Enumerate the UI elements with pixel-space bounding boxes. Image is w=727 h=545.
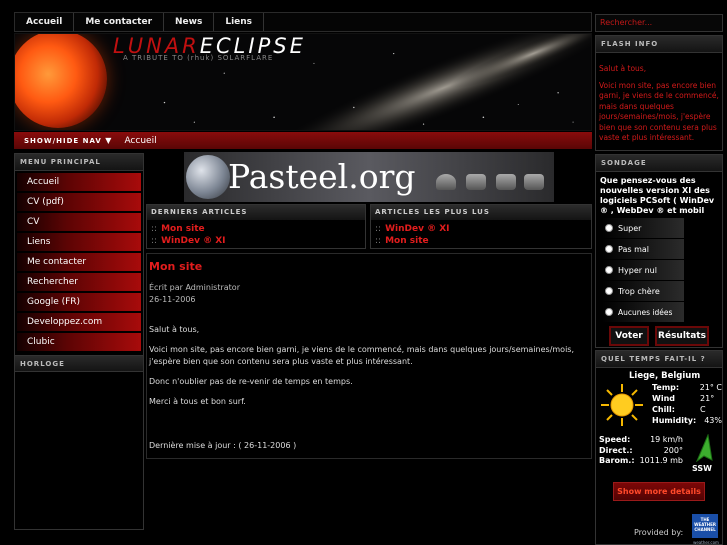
weather-provider-url: weather.com	[693, 540, 719, 545]
poll-option[interactable]: Trop chère	[602, 281, 684, 301]
weather-city: Liege, Belgium	[629, 371, 701, 381]
weather-widget: Liege, Belgium Temp: 21° C Wind Chill: 21°…	[596, 368, 722, 545]
poll-title: SONDAGE	[596, 155, 722, 172]
nav-me-contacter[interactable]: Me contacter	[74, 13, 165, 31]
poll-option[interactable]: Hyper nul	[602, 260, 684, 280]
main-article: Mon site Écrit par Administrator 26-11-2…	[146, 253, 592, 459]
latest-article-link[interactable]: :: Mon site	[147, 223, 365, 235]
pasteel-banner[interactable]: Pasteel.org	[184, 152, 554, 202]
main-menu-title: MENU PRINCIPAL	[15, 154, 143, 171]
weather-direction-row: Direct.: 200°	[599, 445, 683, 455]
monitor-icon	[466, 174, 486, 190]
globe-icon	[186, 155, 230, 199]
radio-icon[interactable]	[605, 245, 613, 253]
flash-info-text: Voici mon site, pas encore bien garni, j…	[599, 80, 719, 143]
tools-icon	[496, 174, 516, 190]
banner-text: Pasteel.org	[228, 157, 416, 196]
weather-humidity-row: Humidity: 43%	[652, 416, 722, 425]
weather-title: QUEL TEMPS FAIT-IL ?	[596, 351, 722, 368]
breadcrumb-bar: SHOW/HIDE NAV ▼ Accueil	[14, 132, 592, 149]
menu-item-rechercher[interactable]: Rechercher	[17, 273, 141, 292]
radio-icon[interactable]	[605, 224, 613, 232]
main-menu: Accueil CV (pdf) CV Liens Me contacter R…	[15, 171, 143, 355]
users-icon	[436, 174, 456, 190]
weather-channel-logo[interactable]: THE WEATHER CHANNEL	[692, 514, 718, 538]
poll-option[interactable]: Pas mal	[602, 239, 684, 259]
menu-item-clubic[interactable]: Clubic	[17, 333, 141, 352]
search-input[interactable]: Rechercher...	[595, 14, 723, 32]
flash-info-text: Salut à tous,	[599, 64, 647, 73]
article-date: 26-11-2006	[149, 295, 196, 304]
wind-arrow-icon	[696, 434, 713, 462]
menu-item-developpez[interactable]: Developpez.com	[17, 313, 141, 332]
popular-article-link[interactable]: :: WinDev ® XI	[371, 223, 591, 235]
menu-item-cv[interactable]: CV	[17, 213, 141, 232]
top-nav: Accueil Me contacter News Liens	[14, 12, 592, 32]
article-paragraph: Salut à tous,	[149, 325, 200, 334]
clock-title: HORLOGE	[15, 355, 143, 372]
article-paragraph: Voici mon site, pas encore bien garni, j…	[149, 345, 575, 366]
flash-info-box: FLASH INFO Salut à tous, Voici mon site,…	[595, 35, 723, 151]
camera-icon	[524, 174, 544, 190]
popular-articles-box: ARTICLES LES PLUS LUS :: WinDev ® XI :: Mo…	[370, 204, 592, 249]
nav-accueil[interactable]: Accueil	[15, 13, 75, 31]
poll-option[interactable]: Super	[602, 218, 684, 238]
menu-item-liens[interactable]: Liens	[17, 233, 141, 252]
radio-icon[interactable]	[605, 266, 613, 274]
poll-option[interactable]: Aucunes idées	[602, 302, 684, 322]
popular-article-link[interactable]: :: Mon site	[371, 235, 591, 247]
weather-box: QUEL TEMPS FAIT-IL ? Liege, Belgium Temp…	[595, 350, 723, 545]
menu-item-me-contacter[interactable]: Me contacter	[17, 253, 141, 272]
menu-item-accueil[interactable]: Accueil	[17, 173, 141, 192]
weather-provided-by: Provided by:	[634, 528, 684, 537]
radio-icon[interactable]	[605, 287, 613, 295]
menu-item-cv-pdf[interactable]: CV (pdf)	[17, 193, 141, 212]
left-sidebar: MENU PRINCIPAL Accueil CV (pdf) CV Liens…	[14, 153, 144, 530]
latest-articles-title: DERNIERS ARTICLES	[147, 205, 365, 220]
show-more-details-button[interactable]: Show more details	[613, 482, 705, 501]
latest-articles-box: DERNIERS ARTICLES :: Mon site :: WinDev ® …	[146, 204, 366, 249]
weather-barometer-row: Barom.: 1011.9 mb	[599, 456, 683, 465]
chevron-down-icon: ▼	[105, 136, 113, 145]
menu-item-google[interactable]: Google (FR)	[17, 293, 141, 312]
poll-box: SONDAGE Que pensez-vous des nouvelles ve…	[595, 154, 723, 348]
weather-speed-row: Speed: 19 km/h	[599, 435, 683, 444]
flash-info-title: FLASH INFO	[596, 36, 722, 53]
wind-direction-label: SSW	[692, 464, 712, 473]
latest-article-link[interactable]: :: WinDev ® XI	[147, 235, 365, 247]
weather-temp-row: Temp: 21° C	[652, 383, 722, 392]
site-tagline: A TRIBUTE TO (rhuk) SOLARFLARE	[123, 54, 274, 62]
vote-button[interactable]: Voter	[609, 326, 649, 346]
site-header: LUNARECLIPSE A TRIBUTE TO (rhuk) SOLARFL…	[14, 33, 592, 131]
nav-liens[interactable]: Liens	[214, 13, 265, 31]
show-hide-nav-label: SHOW/HIDE NAV	[24, 137, 102, 145]
poll-question: Que pensez-vous des nouvelles version XI…	[600, 176, 715, 215]
weather-windchill-row: Wind Chill: 21° C	[652, 394, 715, 414]
popular-articles-title: ARTICLES LES PLUS LUS	[371, 205, 591, 220]
breadcrumb[interactable]: Accueil	[120, 136, 156, 146]
results-button[interactable]: Résultats	[655, 326, 709, 346]
radio-icon[interactable]	[605, 308, 613, 316]
article-paragraph: Donc n'oublier pas de re-venir de temps …	[149, 377, 353, 386]
article-title[interactable]: Mon site	[149, 260, 589, 273]
article-author: Écrit par Administrator	[149, 283, 240, 292]
sun-icon	[601, 384, 643, 426]
show-hide-nav-button[interactable]: SHOW/HIDE NAV ▼	[14, 136, 120, 145]
nav-news[interactable]: News	[164, 13, 215, 31]
article-updated: Dernière mise à jour : ( 26-11-2006 )	[149, 441, 297, 450]
article-paragraph: Merci à tous et bon surf.	[149, 397, 246, 406]
